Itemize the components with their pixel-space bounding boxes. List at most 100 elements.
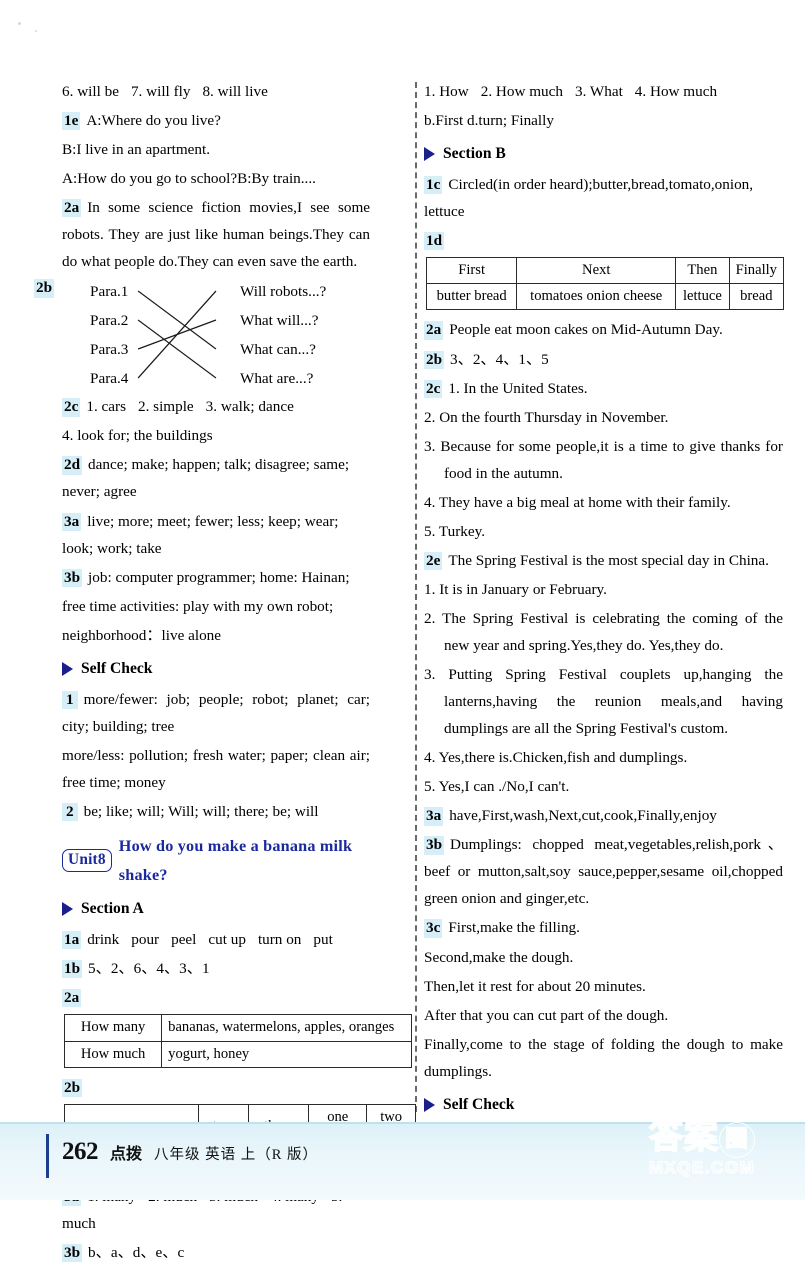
triangle-marker-icon [62, 902, 73, 917]
matching-left-list: Para.1 Para.2 Para.3 Para.4 [90, 277, 128, 393]
triangle-marker-icon [62, 661, 73, 676]
answer-line: 1b 5、2、6、4、3、1 [62, 960, 210, 979]
section-heading: Section B [424, 140, 783, 168]
table-row: First Next Then Finally [425, 256, 785, 285]
table-cell: First [425, 256, 518, 285]
exercise-tag-1b: 1b [62, 960, 83, 979]
answer-line: 3b Dumplings: chopped meat,vegetables,rel… [424, 836, 783, 908]
answer-line: 2a In some science fiction movies,I see s… [62, 199, 370, 271]
matching-connector-line [137, 319, 217, 379]
table-cell: How many [63, 1014, 163, 1042]
answer-line: free time activities: play with my own r… [62, 597, 334, 615]
exercise-tag-2c: 2c [62, 398, 81, 417]
matching-connector-line [137, 319, 217, 350]
exercise-tag-2a: 2a [62, 989, 82, 1008]
page-footer: 262 点拨 八年级 英语 上（R 版） [0, 1122, 805, 1200]
table-row: How much yogurt, honey [63, 1040, 412, 1068]
section-heading-label: Section B [443, 145, 506, 163]
matching-right-list: Will robots...? What will...? What can...?… [240, 277, 326, 393]
answer-line: 2c 1. cars 2. simple 3. walk; dance [62, 398, 294, 417]
answer-line: 5. Yes,I can ./No,I can't. [424, 778, 570, 796]
answer-line: 1 more/fewer: job; people; robot; planet;… [62, 690, 370, 735]
answer-line: 2b 3、2、4、1、5 [424, 350, 549, 369]
section-heading: Self Check [424, 1091, 783, 1119]
table-2a: How many bananas, watermelons, apples, or… [63, 1014, 412, 1068]
exercise-tag-1a: 1a [62, 931, 82, 950]
answer-line: 2. The Spring Festival is celebrating th… [424, 609, 783, 654]
answer-line: 6. will be 7. will fly 8. will live [62, 83, 268, 100]
table-cell: bananas, watermelons, apples, oranges [161, 1014, 412, 1042]
exercise-tag-2a: 2a [62, 199, 82, 218]
section-heading: Section A [62, 895, 370, 923]
section-heading: Self Check [62, 655, 370, 683]
exercise-tag-1e: 1e [62, 112, 81, 131]
answer-line: 5. Turkey. [424, 522, 486, 540]
triangle-marker-icon [424, 146, 435, 161]
two-column-body: 6. will be 7. will fly 8. will live 1e A:Whe… [0, 78, 805, 1262]
exercise-tag-2b: 2b [62, 1078, 83, 1098]
answer-line: Finally,come to the stage of folding the… [424, 1035, 783, 1080]
matching-connector-line [137, 290, 217, 350]
section-heading-label: Self Check [443, 1095, 515, 1113]
answer-line: 3a live; more; meet; fewer; less; keep; w… [62, 512, 339, 557]
exercise-tag-1c: 1c [424, 175, 443, 195]
scan-speckle [35, 30, 37, 32]
answer-line: 1. It is in January or February. [424, 580, 607, 598]
left-column: 6. will be 7. will fly 8. will live 1e A:Whe… [0, 78, 416, 1262]
answer-line: A:How do you go to school?B:By train.... [62, 170, 316, 188]
table-cell: tomatoes onion cheese [516, 283, 677, 311]
answer-line: 3. Because for some people,it is a time … [424, 437, 783, 482]
answer-line: After that you can cut part of the dough… [424, 1006, 669, 1024]
exercise-tag-3b: 3b [62, 568, 83, 587]
matching-exercise: 2b Para.1 Para.2 Para.3 Para.4 Will robots...… [34, 277, 370, 393]
answer-line: B:I live in an apartment. [62, 141, 211, 159]
footer-rule [0, 1122, 805, 1124]
book-meta: 八年级 英语 上（R 版） [154, 1147, 319, 1163]
table-cell: butter bread [425, 283, 518, 311]
exercise-tag-2a: 2a [424, 321, 444, 340]
answer-line: 2a People eat moon cakes on Mid-Autumn Da… [424, 321, 723, 340]
answer-line: 2d dance; make; happen; talk; disagree; s… [62, 456, 350, 501]
footer-accent-bar [46, 1134, 49, 1178]
answer-line: 1d [424, 227, 783, 254]
exercise-tag-3b: 3b [62, 1243, 83, 1262]
exercise-tag-1d: 1d [424, 231, 445, 251]
answer-line: 3b job: computer programmer; home: Hainan… [62, 568, 350, 587]
answer-line: 4. look for; the buildings [62, 427, 213, 445]
exercise-tag-3c: 3c [424, 919, 443, 938]
exercise-tag-3a: 3a [424, 807, 444, 826]
triangle-marker-icon [424, 1097, 435, 1112]
answer-line: 2a [62, 984, 370, 1011]
unit-badge: Unit8 [62, 849, 112, 872]
answer-line: Then,let it rest for about 20 minutes. [424, 977, 646, 995]
exercise-tag-2e: 2e [424, 551, 443, 571]
section-heading-label: Section A [81, 900, 144, 918]
answer-line: 3a have,First,wash,Next,cut,cook,Finally,… [424, 807, 717, 826]
matching-right-item: What will...? [240, 312, 319, 330]
answer-line: more/less: pollution; fresh water; paper… [62, 746, 370, 791]
answer-line: 2 be; like; will; Will; will; there; be; … [62, 798, 370, 825]
answer-line: 1. How 2. How much 3. What 4. How much [424, 83, 718, 100]
answer-line: 3c First,make the filling. [424, 919, 580, 938]
matching-connector-line [137, 290, 217, 379]
matching-right-item: What are...? [240, 370, 314, 388]
table-1d: First Next Then Finally butter bread tomatoes… [425, 256, 785, 311]
answer-line: 4. Yes,there is.Chicken,fish and dumplin… [424, 749, 688, 767]
exercise-tag-2b: 2b [424, 350, 445, 369]
exercise-tag-1: 1 [62, 690, 78, 709]
answer-line: 1c Circled(in order heard);butter,bread,t… [424, 175, 754, 220]
answer-line: b.First d.turn; Finally [424, 112, 554, 130]
answer-line: 4. They have a big meal at home with the… [424, 493, 731, 511]
exercise-tag-2: 2 [62, 802, 78, 821]
matching-left-item: Para.4 [90, 370, 129, 388]
answer-line: 2e The Spring Festival is the most specia… [424, 551, 769, 571]
matching-right-item: What can...? [240, 341, 316, 359]
table-cell: yogurt, honey [161, 1040, 412, 1068]
table-cell: bread [728, 283, 785, 311]
unit-heading: Unit8 How do you make a banana milk shake… [62, 832, 370, 890]
exercise-tag-2d: 2d [62, 456, 83, 475]
table-cell: Then [675, 256, 730, 285]
table-row: How many bananas, watermelons, apples, or… [63, 1014, 412, 1042]
answer-line: 2c 1. In the United States. [424, 379, 588, 398]
answer-key-page: 6. will be 7. will fly 8. will live 1e A:Whe… [0, 0, 805, 1262]
